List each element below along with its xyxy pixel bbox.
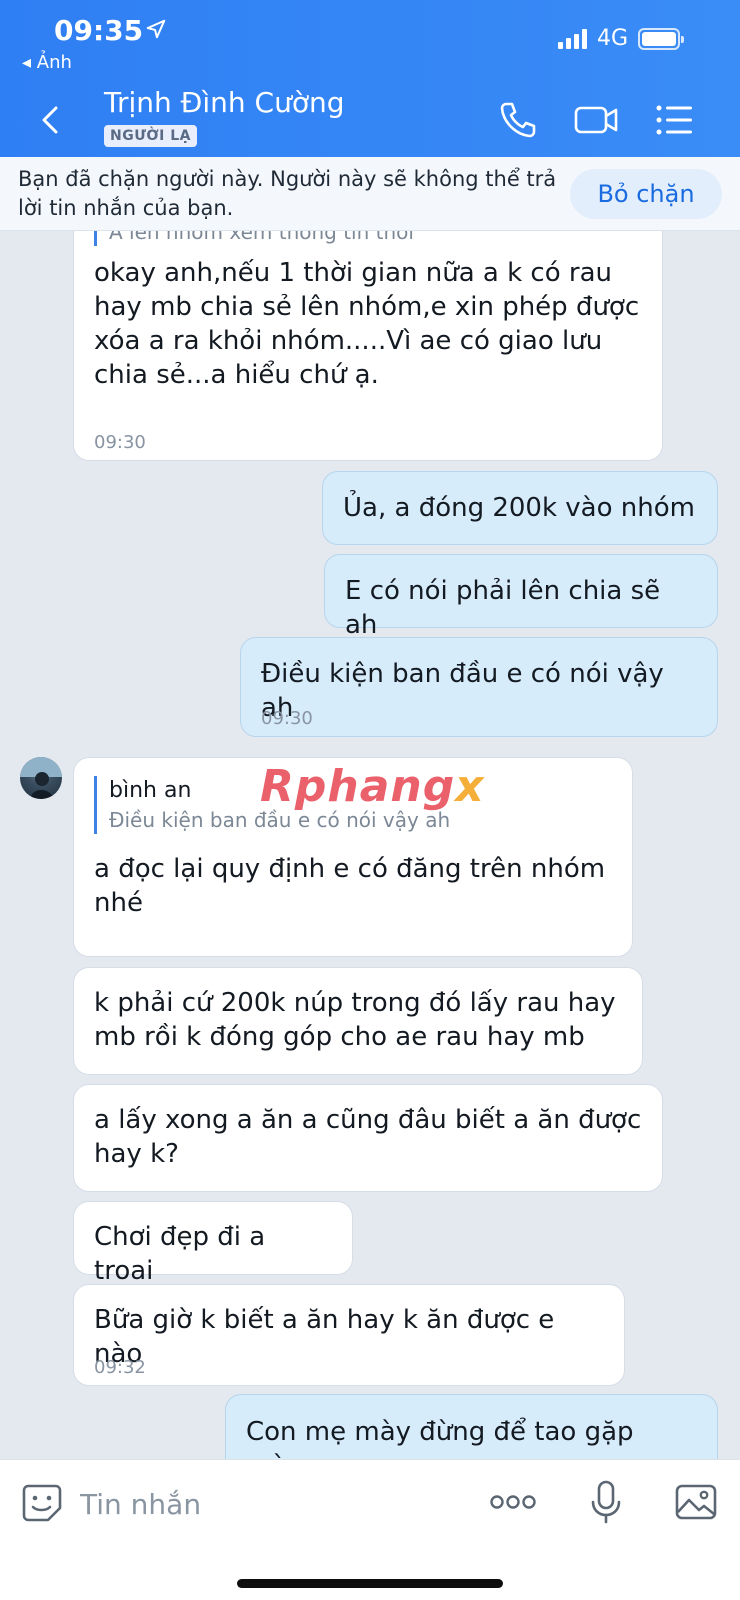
message-time: 09:30 <box>94 432 146 453</box>
signal-icon <box>557 28 587 49</box>
back-icon[interactable] <box>36 100 66 140</box>
chat-area[interactable]: A lên nhóm xem thông tin thôi okay anh,n… <box>0 231 740 1459</box>
microphone-icon[interactable] <box>584 1480 628 1524</box>
message-text: Chơi đẹp đi a troai <box>94 1222 266 1286</box>
message-incoming[interactable]: Chơi đẹp đi a troai <box>73 1201 353 1286</box>
unblock-button[interactable]: Bỏ chặn <box>570 169 722 219</box>
contact-name[interactable]: Trịnh Đình Cường <box>104 86 345 119</box>
message-outgoing[interactable]: Con mẹ mày đừng để tao gặp mày <box>225 1394 718 1459</box>
reply-quote: A lên nhóm xem thông tin thôi <box>94 231 642 246</box>
message-text: E có nói phải lên chia sẽ ah <box>345 576 661 640</box>
blocked-message: Bạn đã chặn người này. Người này sẽ khôn… <box>18 167 557 220</box>
message-text: Con mẹ mày đừng để tao gặp mày <box>246 1417 634 1459</box>
message-text: a lấy xong a ăn a cũng đâu biết a ăn đượ… <box>94 1105 642 1169</box>
stranger-badge: NGƯỜI LẠ <box>104 125 197 147</box>
message-text: k phải cứ 200k núp trong đó lấy rau hay … <box>94 988 616 1052</box>
message-text: Điều kiện ban đầu e có nói vậy ah <box>261 659 664 723</box>
status-indicators: 4G <box>557 26 684 51</box>
avatar-photo-icon <box>20 757 62 799</box>
back-to-app-link[interactable]: ◂ Ảnh <box>22 52 72 73</box>
message-incoming[interactable]: Bữa giờ k biết a ăn hay k ăn được e nào … <box>73 1284 625 1386</box>
home-indicator <box>237 1579 503 1588</box>
message-outgoing[interactable]: Điều kiện ban đầu e có nói vậy ah 09:30 <box>240 637 718 737</box>
video-call-icon[interactable] <box>572 98 620 142</box>
reply-quote-text: A lên nhóm xem thông tin thôi <box>109 231 414 244</box>
image-gallery-icon[interactable] <box>674 1480 718 1524</box>
location-arrow-icon <box>146 19 166 39</box>
message-outgoing[interactable]: E có nói phải lên chia sẽ ah <box>324 554 718 640</box>
message-text: Ủa, a đóng 200k vào nhóm <box>343 493 695 523</box>
message-incoming[interactable]: A lên nhóm xem thông tin thôi okay anh,n… <box>73 231 663 461</box>
avatar[interactable] <box>20 757 62 799</box>
sticker-icon[interactable] <box>20 1480 64 1524</box>
blocked-banner: Bạn đã chặn người này. Người này sẽ khôn… <box>0 157 740 231</box>
message-time: 09:32 <box>94 1357 146 1378</box>
message-time: 09:30 <box>261 708 313 729</box>
message-input[interactable] <box>80 1482 460 1526</box>
phone-call-icon[interactable] <box>496 98 540 142</box>
watermark-logo: Rphangx <box>260 761 485 812</box>
menu-list-icon[interactable] <box>654 98 694 142</box>
message-text: Bữa giờ k biết a ăn hay k ăn được e nào <box>94 1305 555 1369</box>
message-incoming[interactable]: k phải cứ 200k núp trong đó lấy rau hay … <box>73 967 643 1075</box>
more-options-icon[interactable] <box>488 1480 538 1524</box>
battery-icon <box>638 27 684 50</box>
status-time: 09:35 <box>54 14 144 47</box>
message-text: okay anh,nếu 1 thời gian nữa a k có rau … <box>94 258 640 390</box>
message-incoming[interactable]: a lấy xong a ăn a cũng đâu biết a ăn đượ… <box>73 1084 663 1192</box>
chat-header: 09:35 ◂ Ảnh 4G Trịnh Đình Cường NGƯỜI LẠ <box>0 0 740 157</box>
message-text: a đọc lại quy định e có đăng trên nhóm n… <box>94 854 606 918</box>
message-outgoing[interactable]: Ủa, a đóng 200k vào nhóm <box>322 471 718 545</box>
network-type: 4G <box>596 26 628 51</box>
